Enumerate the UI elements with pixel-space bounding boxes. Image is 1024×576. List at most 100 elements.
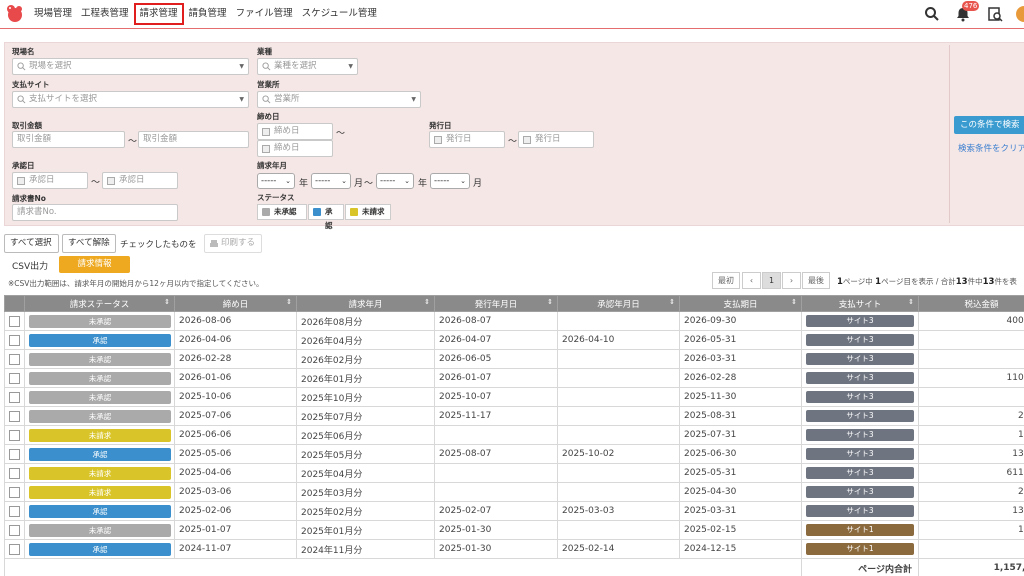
column-header[interactable]: 締め日 ⇕ bbox=[174, 295, 297, 312]
table-row[interactable]: 承認 2026-04-06 2026年04月分 2026-04-07 2026-04-1… bbox=[4, 330, 1024, 350]
page-next-button[interactable]: › bbox=[782, 272, 801, 289]
deselect-all-button[interactable]: すべて解除 bbox=[62, 234, 116, 253]
sort-icon[interactable]: ⇕ bbox=[908, 298, 914, 306]
page-first-button[interactable]: 最初 bbox=[712, 272, 740, 289]
search-icon[interactable] bbox=[924, 6, 940, 22]
status-filter-0[interactable]: 未承認 bbox=[257, 204, 307, 220]
ym-to-year-select[interactable]: ----- ⌄ bbox=[376, 173, 414, 189]
table-row[interactable]: 未承認 2026-02-28 2026年02月分 2026-06-05 2026-03-… bbox=[4, 349, 1024, 369]
row-checkbox[interactable] bbox=[9, 410, 20, 422]
nav-item-1[interactable]: 工程表管理 bbox=[77, 3, 133, 25]
table-row[interactable]: 未承認 2025-10-06 2025年10月分 2025-10-07 2025-11-… bbox=[4, 387, 1024, 407]
table-row[interactable]: 承認 2025-05-06 2025年05月分 2025-08-07 2025-10-0… bbox=[4, 444, 1024, 464]
column-header[interactable]: 税込金額⇕ bbox=[918, 295, 1024, 312]
table-row[interactable]: 承認 2024-11-07 2024年11月分 2025-01-30 2025-02-1… bbox=[4, 539, 1024, 559]
page-prev-button[interactable]: ‹ bbox=[742, 272, 761, 289]
app-logo-icon[interactable] bbox=[4, 3, 26, 25]
column-header[interactable]: 支払サイト ⇕ bbox=[801, 295, 919, 312]
row-checkbox[interactable] bbox=[9, 429, 20, 441]
table-row[interactable]: 未承認 2026-08-06 2026年08月分 2026-08-07 2026-09-… bbox=[4, 311, 1024, 331]
csv-invoice-button[interactable]: 請求情報 bbox=[59, 256, 130, 273]
approve-date-from-input[interactable]: 承認日 bbox=[12, 172, 88, 189]
status-cell: 未承認 bbox=[24, 520, 175, 540]
site-cell: サイト3 bbox=[801, 406, 919, 426]
sort-icon[interactable]: ⇕ bbox=[286, 298, 292, 306]
nav-item-5[interactable]: スケジュール管理 bbox=[298, 3, 381, 25]
cell-due: 2025-06-30 bbox=[679, 444, 802, 464]
cell-ym: 2025年06月分 bbox=[296, 425, 435, 445]
row-checkbox[interactable] bbox=[9, 524, 20, 536]
divider bbox=[949, 45, 950, 223]
issue-date-to-input[interactable]: 発行日 bbox=[518, 131, 594, 148]
nav-item-2[interactable]: 請求管理 bbox=[133, 3, 184, 25]
gyoshu-select[interactable]: 業種を選択 ▼ bbox=[257, 58, 358, 75]
column-header[interactable]: 支払期日 ⇕ bbox=[679, 295, 802, 312]
amount-max-input[interactable]: 取引金額 bbox=[138, 131, 249, 148]
row-checkbox[interactable] bbox=[9, 372, 20, 384]
document-search-icon[interactable] bbox=[987, 6, 1003, 22]
status-filter-1[interactable]: 承認 bbox=[308, 204, 344, 230]
print-button[interactable]: 印刷する bbox=[204, 234, 262, 253]
cell-close: 2025-10-06 bbox=[174, 387, 297, 407]
cell-due: 2026-09-30 bbox=[679, 311, 802, 331]
ym-from-year-select[interactable]: ----- ⌄ bbox=[257, 173, 295, 189]
search-icon bbox=[262, 62, 271, 71]
close-date-from-input[interactable]: 締め日 bbox=[257, 123, 333, 140]
pagination-text: ページ目を表示 / 合計 bbox=[881, 277, 956, 286]
sort-icon[interactable]: ⇕ bbox=[424, 298, 430, 306]
status-cell: 承認 bbox=[24, 539, 175, 559]
search-button[interactable]: この条件で検索 bbox=[954, 116, 1024, 134]
row-checkbox[interactable] bbox=[9, 505, 20, 517]
row-checkbox[interactable] bbox=[9, 334, 20, 346]
table-row[interactable]: 未承認 2026-01-06 2026年01月分 2026-01-07 2026-02-… bbox=[4, 368, 1024, 388]
row-checkbox[interactable] bbox=[9, 543, 20, 555]
column-header[interactable]: 請求ステータス ⇕ bbox=[24, 295, 175, 312]
genba-placeholder: 現場を選択 bbox=[29, 61, 72, 71]
sort-icon[interactable]: ⇕ bbox=[164, 298, 170, 306]
site-select[interactable]: 支払サイトを選択 ▼ bbox=[12, 91, 249, 108]
status-filter-2[interactable]: 未請求 bbox=[345, 204, 391, 220]
site-badge: サイト3 bbox=[806, 448, 914, 460]
table-row[interactable]: 未請求2025-06-062025年06月分 2025-07-31 サイト3 1,59 bbox=[4, 425, 1024, 445]
table-row[interactable]: 未請求2025-04-062025年04月分 2025-05-31 サイト3 611,… bbox=[4, 463, 1024, 483]
invoice-no-input[interactable]: 請求書No. bbox=[12, 204, 178, 221]
select-all-button[interactable]: すべて選択 bbox=[4, 234, 59, 253]
row-checkbox[interactable] bbox=[9, 486, 20, 498]
sort-icon[interactable]: ⇕ bbox=[547, 298, 553, 306]
column-header[interactable]: 発行年月日 ⇕ bbox=[434, 295, 558, 312]
site-cell: サイト1 bbox=[801, 539, 919, 559]
sort-icon[interactable]: ⇕ bbox=[669, 298, 675, 306]
row-checkbox[interactable] bbox=[9, 353, 20, 365]
nav-item-3[interactable]: 請負管理 bbox=[185, 3, 231, 25]
clear-filters-link[interactable]: 検索条件をクリア bbox=[958, 142, 1024, 154]
nav-item-0[interactable]: 現場管理 bbox=[30, 3, 76, 25]
row-checkbox[interactable] bbox=[9, 467, 20, 479]
ym-to-month-select[interactable]: ----- ⌄ bbox=[430, 173, 470, 189]
issue-date-from-input[interactable]: 発行日 bbox=[429, 131, 505, 148]
sort-icon[interactable]: ⇕ bbox=[791, 298, 797, 306]
user-avatar[interactable] bbox=[1016, 6, 1024, 22]
page-1-button[interactable]: 1 bbox=[762, 272, 781, 289]
table-row[interactable]: 未承認 2025-07-06 2025年07月分 2025-11-17 2025-08-… bbox=[4, 406, 1024, 426]
amount-min-input[interactable]: 取引金額 bbox=[12, 131, 125, 148]
gyoshu-placeholder: 業種を選択 bbox=[274, 61, 317, 71]
site-cell: サイト3 bbox=[801, 444, 919, 464]
table-row[interactable]: 未請求2025-03-062025年03月分 2025-04-30 サイト3 2,31 bbox=[4, 482, 1024, 502]
row-checkbox[interactable] bbox=[9, 391, 20, 403]
page-last-button[interactable]: 最後 bbox=[802, 272, 830, 289]
approve-date-placeholder: 承認日 bbox=[119, 175, 145, 185]
office-select[interactable]: 営業所 ▼ bbox=[257, 91, 421, 108]
caret-down-icon: ▼ bbox=[411, 96, 416, 103]
close-date-to-input[interactable]: 締め日 bbox=[257, 140, 333, 157]
table-row[interactable]: 未承認 2025-01-07 2025年01月分 2025-01-30 2025-02-… bbox=[4, 520, 1024, 540]
row-checkbox[interactable] bbox=[9, 448, 20, 460]
table-row[interactable]: 承認 2025-02-06 2025年02月分 2025-02-07 2025-03-0… bbox=[4, 501, 1024, 521]
ym-from-month-select[interactable]: ----- ⌄ bbox=[311, 173, 351, 189]
nav-item-4[interactable]: ファイル管理 bbox=[232, 3, 297, 25]
genba-select[interactable]: 現場を選択 ▼ bbox=[12, 58, 249, 75]
column-header[interactable]: 請求年月 ⇕ bbox=[296, 295, 435, 312]
row-checkbox[interactable] bbox=[9, 315, 20, 327]
column-header[interactable]: 承認年月日 ⇕ bbox=[557, 295, 680, 312]
row-checkbox-cell bbox=[4, 501, 25, 521]
approve-date-to-input[interactable]: 承認日 bbox=[102, 172, 178, 189]
